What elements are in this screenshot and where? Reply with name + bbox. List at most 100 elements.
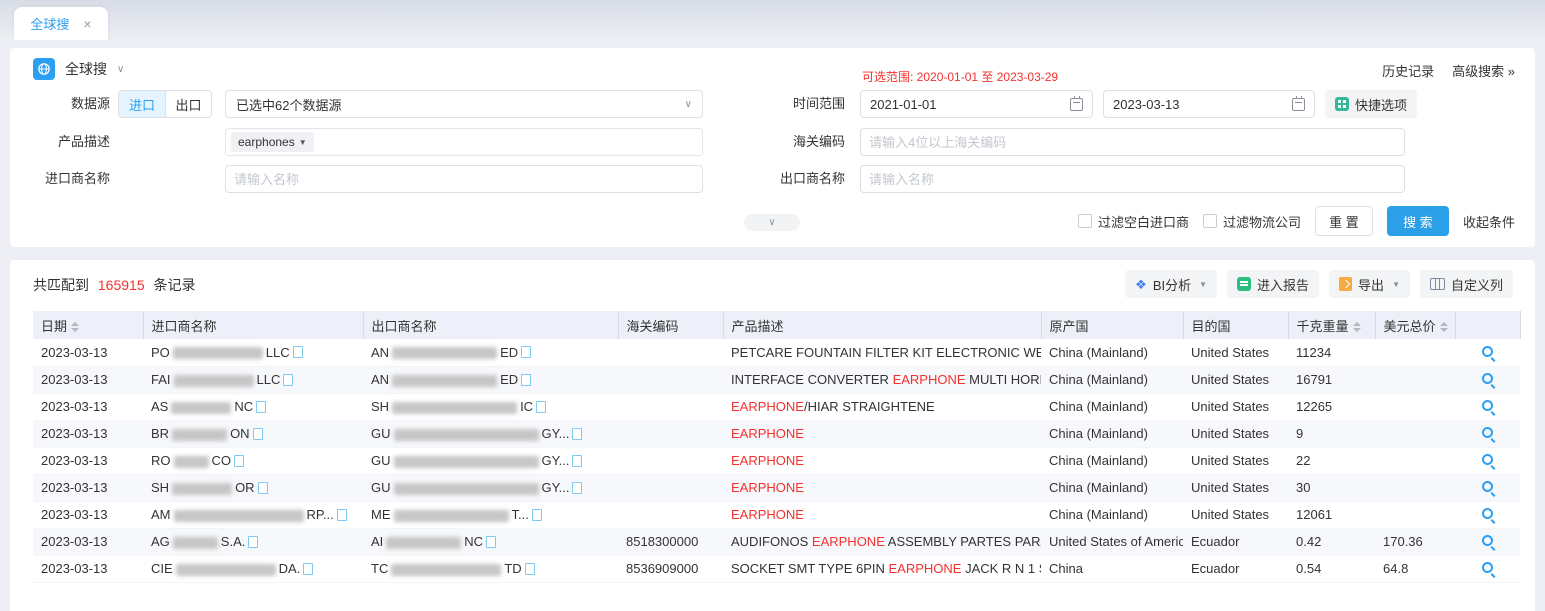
search-detail-icon[interactable] <box>1482 427 1493 438</box>
col-header-weight[interactable]: 千克重量 <box>1288 311 1375 339</box>
calendar-icon <box>1292 98 1305 111</box>
cell-action[interactable] <box>1455 366 1520 393</box>
table-row[interactable]: 2023-03-13BRONGUGY...EARPHONEChina (Main… <box>33 420 1520 447</box>
export-button[interactable]: 导出 ▼ <box>1329 270 1410 298</box>
custom-columns-button[interactable]: 自定义列 <box>1420 270 1513 298</box>
keyword-highlight: EARPHONE <box>731 480 804 495</box>
copy-icon[interactable] <box>295 348 303 358</box>
search-detail-icon[interactable] <box>1482 400 1493 411</box>
hs-code-input[interactable] <box>860 128 1405 156</box>
col-header-usd[interactable]: 美元总价 <box>1375 311 1455 339</box>
importer-redacted-name <box>173 537 218 549</box>
importer-input[interactable] <box>225 165 703 193</box>
copy-icon[interactable] <box>250 538 258 548</box>
cell-origin: China <box>1041 555 1183 582</box>
search-detail-icon[interactable] <box>1482 535 1493 546</box>
cell-action[interactable] <box>1455 474 1520 501</box>
copy-icon[interactable] <box>255 430 263 440</box>
collapse-conditions-link[interactable]: 收起条件 <box>1463 212 1515 231</box>
table-header-row: 日期进口商名称出口商名称海关编码产品描述原产国目的国千克重量美元总价 <box>33 311 1520 339</box>
bi-analysis-button[interactable]: ❖ BI分析 ▼ <box>1125 270 1217 298</box>
copy-icon[interactable] <box>285 376 293 386</box>
date-end-input[interactable]: 2023-03-13 <box>1103 90 1315 118</box>
cell-origin: China (Mainland) <box>1041 501 1183 528</box>
product-keyword-tag[interactable]: earphones ▼ <box>231 132 314 152</box>
module-header[interactable]: 全球搜 ∨ <box>33 58 124 80</box>
date-start-value: 2021-01-01 <box>870 97 937 112</box>
product-text: /HIAR STRAIGHTENE <box>804 399 935 414</box>
enter-report-button[interactable]: 进入报告 <box>1227 270 1319 298</box>
search-button[interactable]: 搜 索 <box>1387 206 1449 236</box>
tab-global-search[interactable]: 全球搜 × <box>14 7 108 40</box>
cell-action[interactable] <box>1455 420 1520 447</box>
cell-weight: 16791 <box>1288 366 1375 393</box>
cell-usd <box>1375 447 1455 474</box>
col-header-date[interactable]: 日期 <box>33 311 143 339</box>
sort-icon[interactable] <box>71 322 79 332</box>
table-row[interactable]: 2023-03-13POLLCANEDPETCARE FOUNTAIN FILT… <box>33 339 1520 366</box>
copy-icon[interactable] <box>527 565 535 575</box>
exporter-input[interactable] <box>860 165 1405 193</box>
table-row[interactable]: 2023-03-13ROCOGUGY...EARPHONEChina (Main… <box>33 447 1520 474</box>
exporter-redacted-name <box>394 483 539 495</box>
importer-redacted-name <box>171 402 231 414</box>
cell-hs_code <box>618 501 723 528</box>
filter-blank-importer-checkbox[interactable]: 过滤空白进口商 <box>1078 212 1189 231</box>
copy-icon[interactable] <box>534 511 542 521</box>
table-row[interactable]: 2023-03-13ASNCSHICEARPHONE/HIAR STRAIGHT… <box>33 393 1520 420</box>
table-row[interactable]: 2023-03-13SHORGUGY...EARPHONEChina (Main… <box>33 474 1520 501</box>
cell-action[interactable] <box>1455 393 1520 420</box>
cell-origin: China (Mainland) <box>1041 339 1183 366</box>
product-desc-field[interactable]: earphones ▼ <box>225 128 703 156</box>
cell-hs_code <box>618 447 723 474</box>
copy-icon[interactable] <box>260 484 268 494</box>
import-toggle[interactable]: 进口 <box>119 91 165 117</box>
tab-close-icon[interactable]: × <box>83 17 91 31</box>
importer-label: 进口商名称 <box>10 165 110 193</box>
copy-icon[interactable] <box>523 376 531 386</box>
copy-icon[interactable] <box>488 538 496 548</box>
table-row[interactable]: 2023-03-13AMRP...MET...EARPHONEChina (Ma… <box>33 501 1520 528</box>
module-title: 全球搜 <box>65 59 107 79</box>
copy-icon[interactable] <box>574 430 582 440</box>
importer-redacted-name <box>172 429 227 441</box>
cell-action[interactable] <box>1455 447 1520 474</box>
cell-action[interactable] <box>1455 339 1520 366</box>
history-link[interactable]: 历史记录 <box>1382 61 1434 80</box>
search-detail-icon[interactable] <box>1482 454 1493 465</box>
sort-icon[interactable] <box>1353 322 1361 332</box>
cell-usd <box>1375 393 1455 420</box>
search-detail-icon[interactable] <box>1482 562 1493 573</box>
quick-options-button[interactable]: 快捷选项 <box>1325 90 1417 118</box>
table-row[interactable]: 2023-03-13CIEDA.TCTD8536909000SOCKET SMT… <box>33 555 1520 582</box>
cell-usd: 64.8 <box>1375 555 1455 582</box>
search-detail-icon[interactable] <box>1482 481 1493 492</box>
copy-icon[interactable] <box>523 348 531 358</box>
copy-icon[interactable] <box>574 484 582 494</box>
data-source-select[interactable]: 已选中62个数据源 ∨ <box>225 90 703 118</box>
copy-icon[interactable] <box>305 565 313 575</box>
reset-button[interactable]: 重 置 <box>1315 206 1373 236</box>
table-row[interactable]: 2023-03-13FAILLCANEDINTERFACE CONVERTER … <box>33 366 1520 393</box>
cell-action[interactable] <box>1455 501 1520 528</box>
search-detail-icon[interactable] <box>1482 373 1493 384</box>
copy-icon[interactable] <box>258 403 266 413</box>
cell-action[interactable] <box>1455 555 1520 582</box>
search-detail-icon[interactable] <box>1482 508 1493 519</box>
filter-logistics-checkbox[interactable]: 过滤物流公司 <box>1203 212 1301 231</box>
copy-icon[interactable] <box>236 457 244 467</box>
cell-product: SOCKET SMT TYPE 6PIN EARPHONE JACK R N 1… <box>723 555 1041 582</box>
copy-icon[interactable] <box>339 511 347 521</box>
copy-icon[interactable] <box>574 457 582 467</box>
advanced-search-link[interactable]: 高级搜索 » <box>1452 61 1515 80</box>
cell-exporter: SHIC <box>363 393 618 420</box>
export-toggle[interactable]: 出口 <box>165 91 211 117</box>
sort-icon[interactable] <box>1440 322 1448 332</box>
cell-action[interactable] <box>1455 528 1520 555</box>
search-detail-icon[interactable] <box>1482 346 1493 357</box>
copy-icon[interactable] <box>538 403 546 413</box>
table-row[interactable]: 2023-03-13AGS.A.AINC8518300000AUDIFONOS … <box>33 528 1520 555</box>
expand-more-button[interactable]: ∨ <box>744 214 800 231</box>
cell-weight: 11234 <box>1288 339 1375 366</box>
date-start-input[interactable]: 2021-01-01 <box>860 90 1093 118</box>
